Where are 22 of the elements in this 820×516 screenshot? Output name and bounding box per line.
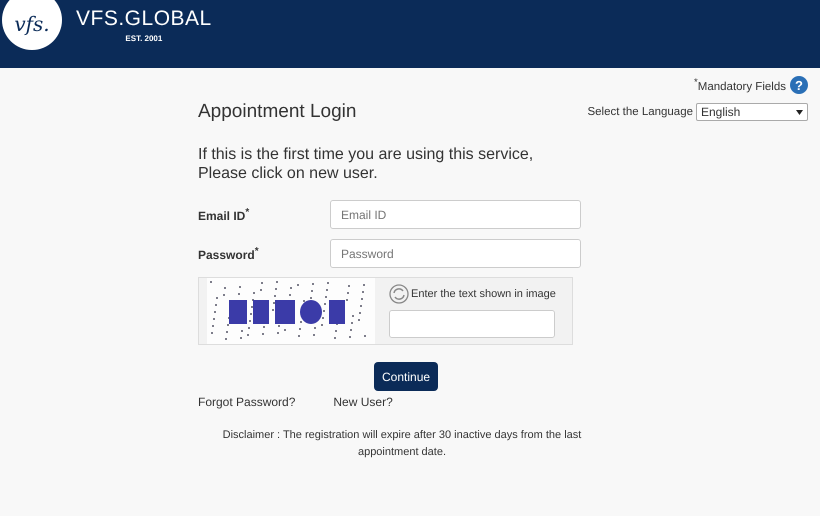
- field-label: Password$^{*}$: [198, 246, 260, 262]
- disclaimer-text: Disclaimer : The registration will expire after 30 inactive days from the last appointment date.: [222, 428, 582, 460]
- intro-text: If this is the first time you are using this service,: [198, 145, 534, 164]
- language-label: Select the Language: [587, 106, 693, 118]
- password-field[interactable]: Password: [330, 239, 581, 268]
- captcha-field[interactable]: [389, 310, 555, 338]
- brand-name: VFS.GLOBAL: [76, 7, 212, 31]
- brand-tagline: EST. 2001: [125, 34, 162, 43]
- email-field[interactable]: Email ID: [330, 200, 581, 229]
- link[interactable]: New User?: [333, 395, 393, 409]
- page-title: Appointment Login: [198, 101, 356, 123]
- language-select[interactable]: English: [696, 103, 808, 121]
- refresh-icon[interactable]: [389, 284, 409, 304]
- intro-text: Please click on new user.: [198, 164, 379, 183]
- link[interactable]: Forgot Password?: [198, 395, 296, 409]
- mandatory-note: $^{*}$Mandatory Fields: [694, 77, 786, 93]
- logo-mark: vfs.: [14, 12, 50, 36]
- continue-button[interactable]: Continue: [374, 362, 438, 391]
- help-icon[interactable]: ?: [790, 76, 808, 94]
- captcha-prompt: Enter the text shown in image: [411, 288, 556, 300]
- field-label: Email ID$^{*}$: [198, 206, 250, 222]
- caret-icon: [796, 110, 803, 114]
